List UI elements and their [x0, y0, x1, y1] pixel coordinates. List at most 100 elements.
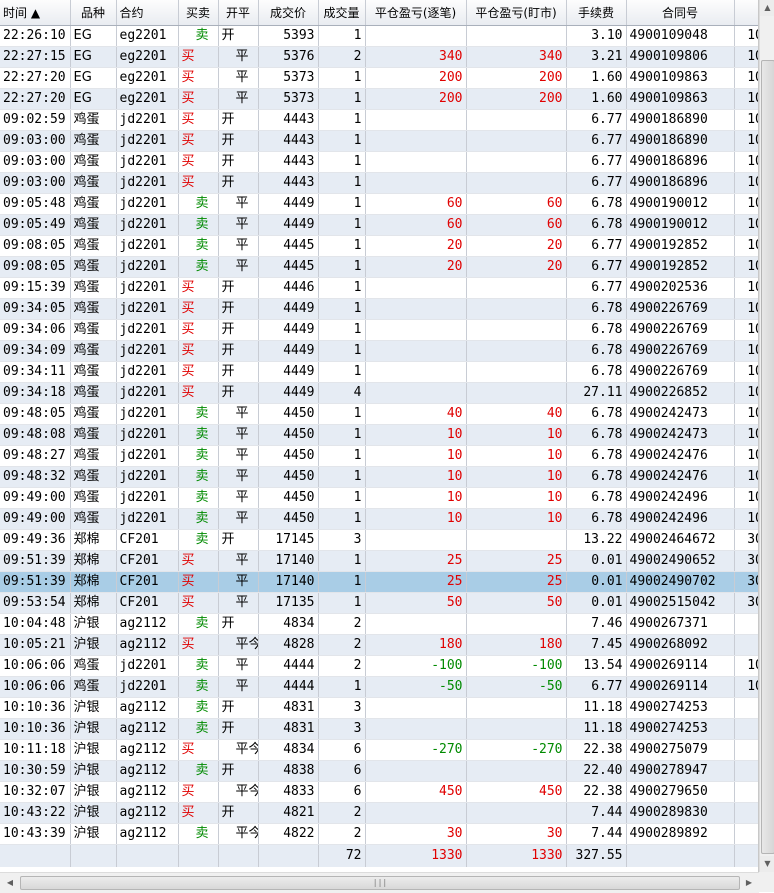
scroll-left-icon[interactable]: ◀	[2, 875, 18, 891]
col-header-extra[interactable]	[734, 0, 758, 26]
cell-side: 买	[178, 172, 219, 194]
cell-time: 10:10:36	[0, 697, 71, 719]
vertical-scroll-thumb[interactable]	[761, 60, 774, 854]
table-row[interactable]: 10:30:59沪银ag2112卖开48386 22.40490027894730	[0, 760, 758, 782]
table-row[interactable]: 09:34:09鸡蛋jd2201买开44491 6.784900226769101…	[0, 340, 758, 362]
cell-price: 4450	[258, 424, 319, 446]
cell-product: 沪银	[70, 739, 117, 761]
totals-row: 72 1330 1330 327.55	[0, 844, 758, 867]
cell-volume: 3	[318, 697, 366, 719]
cell-side: 卖	[178, 760, 219, 782]
scroll-up-icon[interactable]: ▲	[760, 0, 774, 16]
col-header-price[interactable]: 成交价	[258, 0, 319, 26]
cell-price: 4450	[258, 445, 319, 467]
cell-openclose: 平	[218, 88, 259, 110]
table-row[interactable]: 22:27:15 EG eg2201 买平 5376 2 340 340 3.21 4900109…	[0, 46, 758, 68]
cell-order-id: 4900269114	[626, 676, 735, 698]
horizontal-scroll-thumb[interactable]: |||	[20, 876, 740, 890]
cell-pnl-trade: 20	[365, 256, 467, 278]
table-row[interactable]: 22:26:10EGeg2201卖开53931 3.104900109048101…	[0, 25, 758, 47]
table-row[interactable]: 22:27:20 EG eg2201 买平 5373 1 200 200 1.60 4900109…	[0, 67, 758, 89]
table-row[interactable]: 10:06:06 鸡蛋 jd2201 卖平 4444 2 -100 -100 13.54 4900…	[0, 655, 758, 677]
cell-time: 09:03:00	[0, 151, 71, 173]
cell-fee: 22.38	[566, 781, 627, 803]
table-row[interactable]: 09:03:00鸡蛋jd2201买开44431 6.774900186896101…	[0, 172, 758, 194]
col-header-pnl-mtm[interactable]: 平仓盈亏(盯市)	[466, 0, 567, 26]
col-header-contract[interactable]: 合约	[116, 0, 179, 26]
col-header-pnl-trade[interactable]: 平仓盈亏(逐笔)	[365, 0, 467, 26]
table-row[interactable]: 09:48:27 鸡蛋 jd2201 卖平 4450 1 10 10 6.78 490024247…	[0, 445, 758, 467]
cell-time: 10:06:06	[0, 676, 71, 698]
cell-openclose: 开	[218, 130, 259, 152]
cell-contract: jd2201	[116, 487, 179, 509]
cell-pnl-trade: 10	[365, 424, 467, 446]
cell-price: 4446	[258, 277, 319, 299]
vertical-scrollbar[interactable]: ▲ ▼	[759, 0, 774, 872]
table-row[interactable]: 09:05:48 鸡蛋 jd2201 卖平 4449 1 60 60 6.78 490019001…	[0, 193, 758, 215]
col-header-time[interactable]: 时间 ▲	[0, 0, 71, 26]
col-header-order-id[interactable]: 合同号	[626, 0, 735, 26]
table-row[interactable]: 09:08:05 鸡蛋 jd2201 卖平 4445 1 20 20 6.77 490019285…	[0, 235, 758, 257]
cell-volume: 2	[318, 46, 366, 68]
table-row[interactable]: 09:48:05 鸡蛋 jd2201 卖平 4450 1 40 40 6.78 490024247…	[0, 403, 758, 425]
cell-extra: 30	[734, 760, 758, 782]
cell-time: 09:03:00	[0, 130, 71, 152]
cell-time: 09:49:00	[0, 508, 71, 530]
cell-fee: 3.21	[566, 46, 627, 68]
table-row[interactable]: 10:06:06 鸡蛋 jd2201 卖平 4444 1 -50 -50 6.77 4900269…	[0, 676, 758, 698]
horizontal-scrollbar[interactable]: ◀ ||| ▶	[0, 872, 759, 893]
cell-side: 买	[178, 550, 219, 572]
cell-pnl-mtm: 10	[466, 466, 567, 488]
table-row[interactable]: 09:48:32 鸡蛋 jd2201 卖平 4450 1 10 10 6.78 490024247…	[0, 466, 758, 488]
table-header-row: 时间 ▲ 品种 合约 买卖 开平 成交价 成交量 平仓盈亏(逐笔) 平仓盈亏(盯…	[0, 0, 758, 26]
table-row[interactable]: 10:10:36沪银ag2112卖开48313 11.18490027425330	[0, 718, 758, 740]
col-header-fee[interactable]: 手续费	[566, 0, 627, 26]
table-row[interactable]: 10:04:48沪银ag2112卖开48342 7.46490026737129	[0, 613, 758, 635]
table-row[interactable]: 09:03:00鸡蛋jd2201买开44431 6.774900186890101…	[0, 130, 758, 152]
cell-price: 4443	[258, 151, 319, 173]
table-row[interactable]: 09:49:00 鸡蛋 jd2201 卖平 4450 1 10 10 6.78 490024249…	[0, 508, 758, 530]
table-row[interactable]: 09:02:59鸡蛋jd2201买开44431 6.774900186890101…	[0, 109, 758, 131]
table-row[interactable]: 10:32:07沪银ag2112买平今4833645045022.3849002…	[0, 781, 758, 803]
cell-time: 10:10:36	[0, 718, 71, 740]
cell-pnl-mtm	[466, 613, 567, 635]
table-row[interactable]: 09:53:54 郑棉 CF201 买平 17135 1 50 50 0.01 490025150…	[0, 592, 758, 614]
table-row[interactable]: 09:34:06鸡蛋jd2201买开44491 6.784900226769101…	[0, 319, 758, 341]
scroll-right-icon[interactable]: ▶	[741, 875, 757, 891]
table-row[interactable]: 09:51:39 郑棉 CF201 买平 17140 1 25 25 0.01 490024906…	[0, 550, 758, 572]
cell-extra: 1019	[734, 361, 758, 383]
cell-extra: 1019	[734, 298, 758, 320]
table-row[interactable]: 10:43:22沪银ag2112买开48212 7.44490028983032	[0, 802, 758, 824]
cell-order-id: 4900190012	[626, 193, 735, 215]
table-row[interactable]: 09:05:49 鸡蛋 jd2201 卖平 4449 1 60 60 6.78 490019001…	[0, 214, 758, 236]
table-row[interactable]: 09:08:05 鸡蛋 jd2201 卖平 4445 1 20 20 6.77 490019285…	[0, 256, 758, 278]
total-pnl-trade: 1330	[365, 844, 467, 867]
col-header-openclose[interactable]: 开平	[218, 0, 259, 26]
table-row[interactable]: 09:34:05鸡蛋jd2201买开44491 6.784900226769101…	[0, 298, 758, 320]
scroll-down-icon[interactable]: ▼	[760, 856, 774, 872]
table-row[interactable]: 09:49:36 郑棉 CF201 卖开 17145 3 13.22 49002464672 3…	[0, 529, 758, 551]
cell-volume: 1	[318, 25, 366, 47]
col-header-volume[interactable]: 成交量	[318, 0, 366, 26]
table-row[interactable]: 09:48:08 鸡蛋 jd2201 卖平 4450 1 10 10 6.78 490024247…	[0, 424, 758, 446]
table-row[interactable]: 09:03:00鸡蛋jd2201买开44431 6.774900186896101…	[0, 151, 758, 173]
cell-order-id: 4900268092	[626, 634, 735, 656]
table-row[interactable]: 22:27:20 EG eg2201 买平 5373 1 200 200 1.60 4900109…	[0, 88, 758, 110]
cell-fee: 6.78	[566, 466, 627, 488]
table-row[interactable]: 09:51:39 郑棉 CF201 买平 17140 1 25 25 0.01 490024907…	[0, 571, 758, 593]
cell-pnl-trade: 340	[365, 46, 467, 68]
cell-openclose: 平	[218, 592, 259, 614]
col-header-side[interactable]: 买卖	[178, 0, 219, 26]
table-row[interactable]: 09:34:18鸡蛋jd2201买开44494 27.11490022685210…	[0, 382, 758, 404]
cell-contract: jd2201	[116, 235, 179, 257]
cell-pnl-mtm	[466, 319, 567, 341]
table-row[interactable]: 10:11:18沪银ag2112买平今48346-270-27022.38490…	[0, 739, 758, 761]
cell-pnl-mtm: 25	[466, 571, 567, 593]
table-row[interactable]: 10:10:36沪银ag2112卖开48313 11.18490027425330	[0, 697, 758, 719]
table-row[interactable]: 10:05:21沪银ag2112买平今482821801807.45490026…	[0, 634, 758, 656]
table-row[interactable]: 09:15:39鸡蛋jd2201买开44461 6.774900202536101…	[0, 277, 758, 299]
table-row[interactable]: 09:34:11鸡蛋jd2201买开44491 6.784900226769101…	[0, 361, 758, 383]
table-row[interactable]: 10:43:39沪银ag2112卖平今4822230307.4449002898…	[0, 823, 758, 845]
table-row[interactable]: 09:49:00 鸡蛋 jd2201 卖平 4450 1 10 10 6.78 490024249…	[0, 487, 758, 509]
col-header-product[interactable]: 品种	[70, 0, 117, 26]
